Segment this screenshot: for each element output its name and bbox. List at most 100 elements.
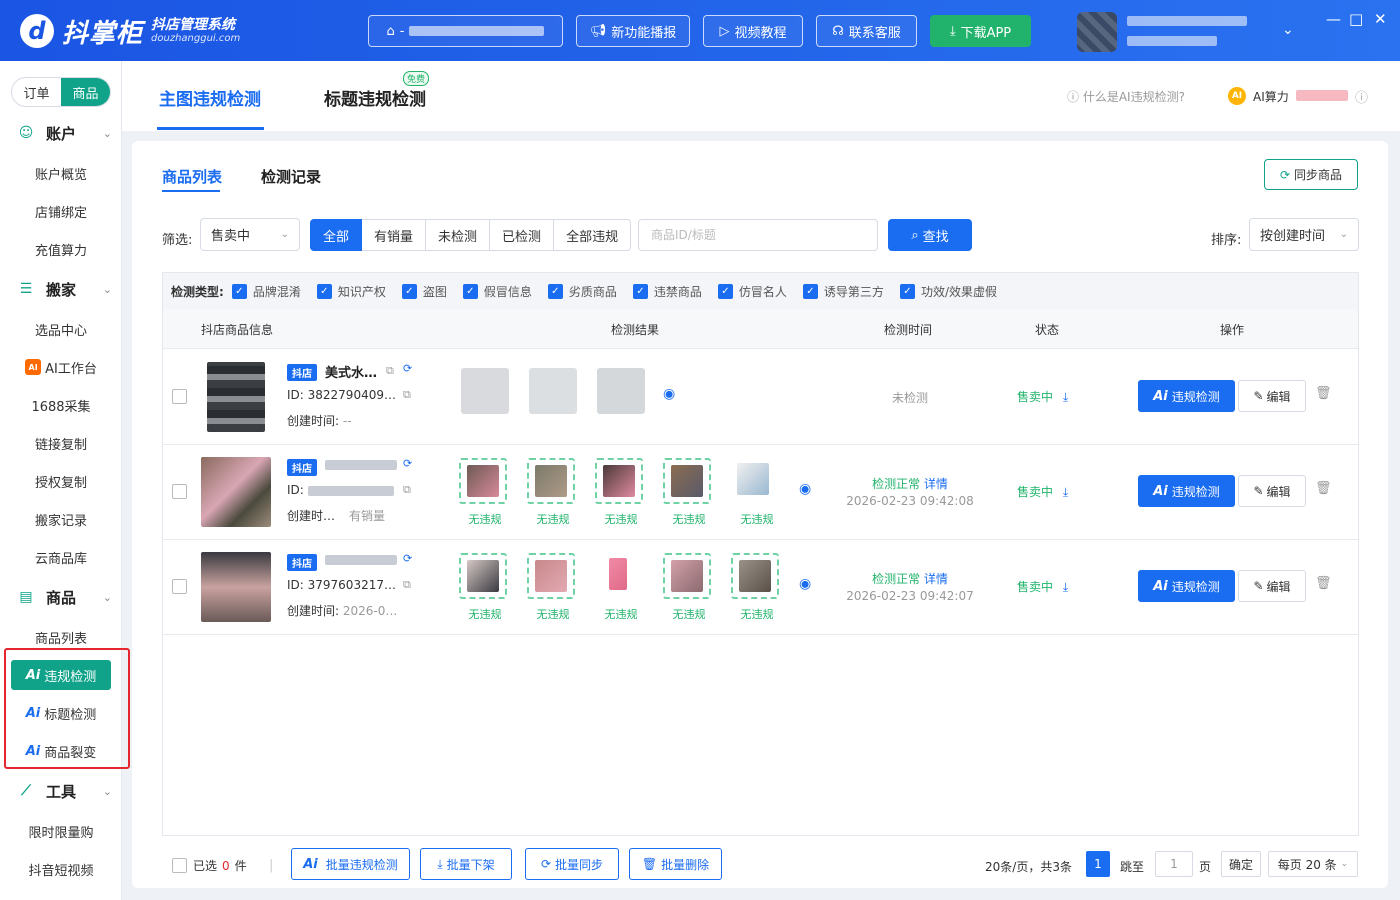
result-thumbnail[interactable]	[529, 368, 577, 414]
product-title[interactable]: 美式水…	[325, 362, 377, 381]
video-tutorial-button[interactable]: ▷ 视频教程	[703, 15, 803, 47]
ai-check-button[interactable]: Ai 违规检测	[1138, 380, 1235, 412]
sidebar-group-account[interactable]: ☺ 账户 ⌄	[0, 118, 122, 148]
tab-product-list[interactable]: 商品列表	[162, 166, 222, 187]
batch-delist-button[interactable]: ⤓ 批量下架	[420, 848, 512, 880]
batch-delete-button[interactable]: 🗑︎ 批量删除	[629, 848, 722, 880]
sidebar-item-selection-center[interactable]: 选品中心	[0, 314, 122, 344]
trash-icon[interactable]: 🗑︎	[1315, 386, 1332, 401]
download-app-button[interactable]: ⤓ 下载APP	[930, 15, 1031, 47]
copy-icon[interactable]: ⧉	[403, 483, 411, 497]
copy-icon[interactable]: ⧉	[403, 388, 411, 402]
tab-title-check[interactable]: 标题违规检测	[324, 85, 426, 110]
result-thumbnail[interactable]	[731, 458, 779, 504]
result-thumbnail[interactable]	[527, 458, 575, 504]
product-title[interactable]	[325, 552, 397, 567]
sidebar-group-products[interactable]: ▤ 商品 ⌄	[0, 582, 122, 612]
result-thumbnail[interactable]	[461, 368, 509, 414]
batch-sync-button[interactable]: ⟳ 批量同步	[525, 848, 619, 880]
what-is-ai-check-link[interactable]: ⓘ 什么是AI违规检测?	[1067, 88, 1185, 105]
help-icon[interactable]: ⓘ	[1355, 87, 1368, 106]
segment-all-violations[interactable]: 全部违规	[554, 219, 632, 251]
sort-select[interactable]: 按创建时间 ⌄	[1249, 218, 1359, 251]
mode-tab-products[interactable]: 商品	[61, 78, 110, 106]
eye-icon[interactable]: ◉	[799, 481, 811, 497]
sidebar-item-link-copy[interactable]: 链接复制	[0, 428, 122, 458]
result-thumbnail[interactable]	[597, 368, 645, 414]
row-checkbox[interactable]	[172, 484, 187, 499]
status-filter-select[interactable]: 售卖中 ⌄	[200, 218, 300, 251]
ai-check-button[interactable]: Ai 违规检测	[1138, 570, 1235, 602]
segment-detected[interactable]: 已检测	[490, 219, 555, 251]
tab-main-image-check[interactable]: 主图违规检测	[159, 85, 261, 110]
sidebar-item-cloud-library[interactable]: 云商品库	[0, 542, 122, 572]
goto-confirm-button[interactable]: 确定	[1221, 851, 1261, 877]
sidebar-item-store-binding[interactable]: 店铺绑定	[0, 196, 122, 226]
row-checkbox[interactable]	[172, 579, 187, 594]
download-icon[interactable]: ⤓	[1063, 485, 1068, 499]
refresh-icon[interactable]: ⟳	[403, 552, 412, 565]
sidebar-item-move-records[interactable]: 搬家记录	[0, 504, 122, 534]
detail-link[interactable]: 详情	[924, 477, 948, 491]
result-thumbnail[interactable]	[731, 553, 779, 599]
detect-type-checkbox[interactable]: ✓ 功效/效果虚假	[899, 283, 997, 300]
contact-support-button[interactable]: ☊ 联系客服	[816, 15, 917, 47]
sidebar-item-account-overview[interactable]: 账户概览	[0, 158, 122, 188]
page-size-select[interactable]: 每页 20 条 ⌄	[1268, 851, 1358, 877]
sidebar-group-move[interactable]: ☰ 搬家 ⌄	[0, 274, 122, 304]
trash-icon[interactable]: 🗑︎	[1315, 576, 1332, 591]
sidebar-item-recharge[interactable]: 充值算力	[0, 234, 122, 264]
row-checkbox[interactable]	[172, 389, 187, 404]
result-thumbnail[interactable]	[663, 458, 711, 504]
result-thumbnail[interactable]	[595, 553, 643, 599]
new-features-button[interactable]: 📢︎ 新功能播报	[576, 15, 690, 47]
minimize-icon[interactable]: —	[1326, 10, 1341, 28]
sidebar-item-auth-copy[interactable]: 授权复制	[0, 466, 122, 496]
sidebar-item-short-video[interactable]: 抖音短视频	[0, 854, 122, 884]
result-thumbnail[interactable]	[663, 553, 711, 599]
result-thumbnail[interactable]	[459, 458, 507, 504]
edit-button[interactable]: ✎ 编辑	[1238, 570, 1306, 602]
result-thumbnail[interactable]	[527, 553, 575, 599]
detect-type-checkbox[interactable]: ✓ 违禁商品	[632, 283, 702, 300]
avatar[interactable]	[1077, 12, 1117, 52]
sidebar-group-tools[interactable]: ⟋ 工具 ⌄	[0, 776, 122, 806]
goto-page-input[interactable]: 1	[1155, 851, 1193, 877]
detect-type-checkbox[interactable]: ✓ 诱导第三方	[802, 283, 884, 300]
detect-type-checkbox[interactable]: ✓ 假冒信息	[462, 283, 532, 300]
select-all[interactable]: 已选 0 件	[172, 857, 247, 874]
page-number-current[interactable]: 1	[1086, 851, 1110, 877]
close-icon[interactable]: ✕	[1374, 10, 1387, 28]
store-selector[interactable]: ⌂ -	[368, 15, 563, 47]
ai-check-button[interactable]: Ai 违规检测	[1138, 475, 1235, 507]
product-image[interactable]	[207, 362, 265, 432]
chevron-down-icon[interactable]: ⌄	[1282, 22, 1294, 38]
tab-detect-records[interactable]: 检测记录	[261, 166, 321, 187]
sidebar-item-1688[interactable]: 1688采集	[0, 390, 122, 420]
eye-icon[interactable]: ◉	[799, 576, 811, 592]
detect-type-checkbox[interactable]: ✓ 品牌混淆	[231, 283, 301, 300]
product-title[interactable]	[325, 457, 397, 472]
find-button[interactable]: ⌕ 查找	[888, 219, 972, 251]
maximize-icon[interactable]: □	[1349, 10, 1363, 28]
product-image[interactable]	[201, 457, 271, 527]
sync-products-button[interactable]: ⟳ 同步商品	[1264, 159, 1358, 190]
detect-type-checkbox[interactable]: ✓ 劣质商品	[547, 283, 617, 300]
result-thumbnail[interactable]	[459, 553, 507, 599]
product-image[interactable]	[201, 552, 271, 622]
eye-icon[interactable]: ◉	[663, 386, 675, 402]
download-icon[interactable]: ⤓	[1063, 580, 1068, 594]
detect-type-checkbox[interactable]: ✓ 知识产权	[316, 283, 386, 300]
refresh-icon[interactable]: ⟳	[403, 362, 412, 375]
download-icon[interactable]: ⤓	[1063, 390, 1068, 404]
sidebar-item-ai-workbench[interactable]: AI AI工作台	[0, 352, 122, 382]
sidebar-item-flash-sale[interactable]: 限时限量购	[0, 816, 122, 846]
batch-ai-check-button[interactable]: Ai 批量违规检测	[291, 848, 410, 880]
segment-all[interactable]: 全部	[310, 219, 363, 251]
detect-type-checkbox[interactable]: ✓ 盗图	[401, 283, 447, 300]
edit-button[interactable]: ✎ 编辑	[1238, 475, 1306, 507]
user-info-blurred[interactable]	[1127, 16, 1247, 56]
copy-icon[interactable]: ⧉	[386, 364, 394, 378]
edit-button[interactable]: ✎ 编辑	[1238, 380, 1306, 412]
copy-icon[interactable]: ⧉	[403, 578, 411, 592]
